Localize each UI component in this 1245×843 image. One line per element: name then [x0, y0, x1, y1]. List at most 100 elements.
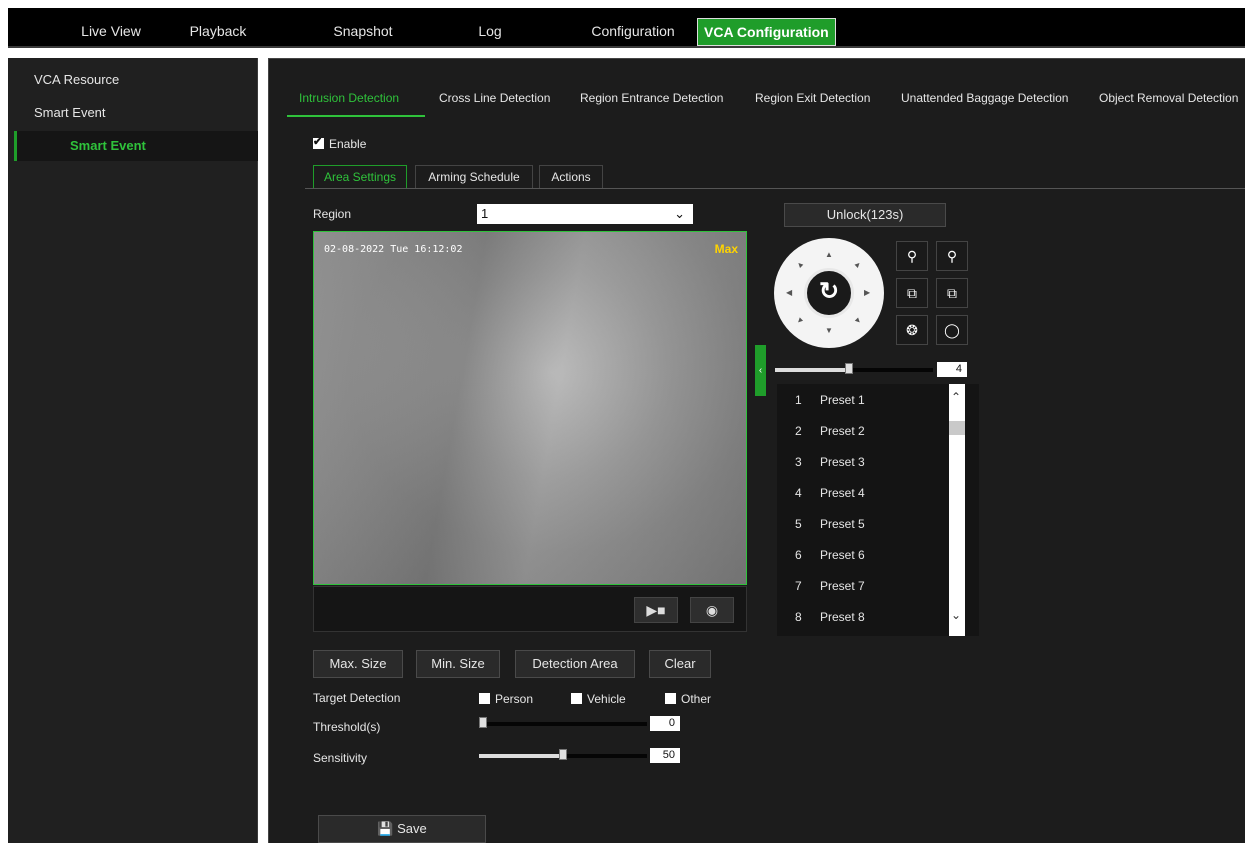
active-tab-underline	[287, 115, 425, 117]
sidebar-item-vca-resource[interactable]: VCA Resource	[34, 72, 119, 87]
iris-close-icon[interactable]: ◯	[936, 315, 968, 345]
tab-intrusion-detection[interactable]: Intrusion Detection	[299, 91, 399, 105]
checkbox-unchecked-icon[interactable]	[479, 693, 490, 704]
tab-cross-line-detection[interactable]: Cross Line Detection	[439, 91, 550, 105]
other-checkbox[interactable]: Other	[665, 692, 711, 706]
tab-region-entrance-detection[interactable]: Region Entrance Detection	[580, 91, 723, 105]
video-preview[interactable]: 02-08-2022 Tue 16:12:02 Max	[313, 231, 747, 585]
sidebar: VCA Resource Smart Event Smart Event	[8, 58, 258, 843]
sidebar-item-smart-event-selected[interactable]: Smart Event	[14, 131, 258, 161]
max-label: Max	[714, 242, 738, 256]
preset-name: Preset 8	[820, 610, 865, 624]
preset-item[interactable]: 3 Preset 3	[777, 446, 949, 477]
camera-snapshot-icon[interactable]: ◉	[690, 597, 734, 623]
preset-number: 6	[795, 548, 802, 562]
max-size-button[interactable]: Max. Size	[313, 650, 403, 678]
zoom-out-icon[interactable]: ⚲	[896, 241, 928, 271]
preset-item[interactable]: 6 Preset 6	[777, 539, 949, 570]
other-label: Other	[681, 692, 712, 706]
threshold-slider[interactable]	[479, 717, 647, 728]
collapse-ptz-button[interactable]: ‹	[755, 345, 766, 396]
sensitivity-handle[interactable]	[559, 749, 567, 760]
person-checkbox[interactable]: Person	[479, 692, 533, 706]
chevron-up-icon[interactable]: ⌃	[951, 390, 961, 404]
pan-down-icon[interactable]: ▼	[825, 326, 833, 335]
detection-area-button[interactable]: Detection Area	[515, 650, 635, 678]
tab-vca-configuration[interactable]: VCA Configuration	[697, 18, 836, 46]
preset-item[interactable]: 1 Preset 1	[777, 384, 949, 415]
scrollbar-thumb[interactable]	[949, 421, 965, 435]
region-value: 1	[481, 206, 489, 221]
preset-name: Preset 6	[820, 548, 865, 562]
preset-item[interactable]: 5 Preset 5	[777, 508, 949, 539]
unlock-button[interactable]: Unlock(123s)	[784, 203, 946, 227]
ptz-speed-value[interactable]: 4	[937, 362, 967, 377]
pan-up-right-icon[interactable]: ▲	[852, 259, 864, 271]
person-label: Person	[495, 692, 534, 706]
tab-live-view[interactable]: Live View	[56, 18, 166, 44]
tab-configuration[interactable]: Configuration	[578, 18, 688, 44]
threshold-label: Threshold(s)	[313, 720, 381, 734]
checkbox-unchecked-icon[interactable]	[665, 693, 676, 704]
save-icon: 💾	[377, 821, 394, 836]
main-panel: Intrusion Detection Cross Line Detection…	[268, 58, 1245, 843]
video-toolbar: ▶■ ◉	[313, 586, 747, 632]
checkbox-unchecked-icon[interactable]	[571, 693, 582, 704]
threshold-handle[interactable]	[479, 717, 487, 728]
subtabs-divider	[305, 188, 1245, 189]
pan-down-left-icon[interactable]: ▼	[794, 315, 806, 327]
focus-far-icon[interactable]: ⧉	[936, 278, 968, 308]
pan-up-left-icon[interactable]: ▲	[794, 259, 806, 271]
clear-button[interactable]: Clear	[649, 650, 711, 678]
preset-number: 4	[795, 486, 802, 500]
preset-number: 5	[795, 517, 802, 531]
tab-log[interactable]: Log	[460, 18, 520, 44]
preset-number: 1	[795, 393, 802, 407]
auto-scan-button[interactable]: ↻	[804, 268, 854, 318]
tab-unattended-baggage-detection[interactable]: Unattended Baggage Detection	[901, 91, 1068, 105]
preset-item[interactable]: 4 Preset 4	[777, 477, 949, 508]
sensitivity-value[interactable]: 50	[650, 748, 680, 763]
video-timestamp: 02-08-2022 Tue 16:12:02	[324, 244, 463, 255]
ptz-speed-slider[interactable]	[775, 363, 933, 374]
rotate-icon: ↻	[819, 278, 840, 305]
sensitivity-slider[interactable]	[479, 749, 647, 760]
focus-near-icon[interactable]: ⧉	[896, 278, 928, 308]
pan-down-right-icon[interactable]: ▼	[852, 315, 864, 327]
ptz-speed-handle[interactable]	[845, 363, 853, 374]
preset-item[interactable]: 2 Preset 2	[777, 415, 949, 446]
tab-playback[interactable]: Playback	[178, 18, 258, 44]
pan-left-icon[interactable]: ◀	[786, 288, 792, 297]
preset-name: Preset 5	[820, 517, 865, 531]
vehicle-label: Vehicle	[587, 692, 626, 706]
checkbox-checked-icon[interactable]	[313, 135, 324, 149]
preset-number: 3	[795, 455, 802, 469]
save-button[interactable]: 💾 Save	[318, 815, 486, 843]
enable-label: Enable	[329, 137, 367, 151]
record-icon[interactable]: ▶■	[634, 597, 678, 623]
zoom-in-icon[interactable]: ⚲	[936, 241, 968, 271]
threshold-value[interactable]: 0	[650, 716, 680, 731]
save-label: Save	[397, 821, 427, 836]
tab-object-removal-detection[interactable]: Object Removal Detection	[1099, 91, 1238, 105]
iris-open-icon[interactable]: ❂	[896, 315, 928, 345]
min-size-button[interactable]: Min. Size	[416, 650, 500, 678]
vehicle-checkbox[interactable]: Vehicle	[571, 692, 626, 706]
enable-checkbox[interactable]: Enable	[313, 135, 367, 151]
preset-scrollbar[interactable]: ⌃ ⌄	[949, 384, 965, 636]
tab-region-exit-detection[interactable]: Region Exit Detection	[755, 91, 870, 105]
pan-right-icon[interactable]: ▶	[864, 288, 870, 297]
sidebar-item-smart-event[interactable]: Smart Event	[34, 105, 106, 120]
tab-area-settings[interactable]: Area Settings	[313, 165, 407, 189]
tab-actions[interactable]: Actions	[539, 165, 603, 189]
region-select[interactable]: 1 ⌄	[477, 204, 693, 224]
pan-up-icon[interactable]: ▲	[825, 250, 833, 259]
tab-snapshot[interactable]: Snapshot	[313, 18, 413, 44]
chevron-down-icon: ⌄	[674, 206, 685, 221]
preset-item[interactable]: 7 Preset 7	[777, 570, 949, 601]
tab-arming-schedule[interactable]: Arming Schedule	[415, 165, 533, 189]
chevron-down-icon[interactable]: ⌄	[951, 608, 961, 622]
target-detection-label: Target Detection	[313, 691, 401, 705]
ptz-speed-fill	[775, 368, 847, 372]
preset-item[interactable]: 8 Preset 8	[777, 601, 949, 632]
